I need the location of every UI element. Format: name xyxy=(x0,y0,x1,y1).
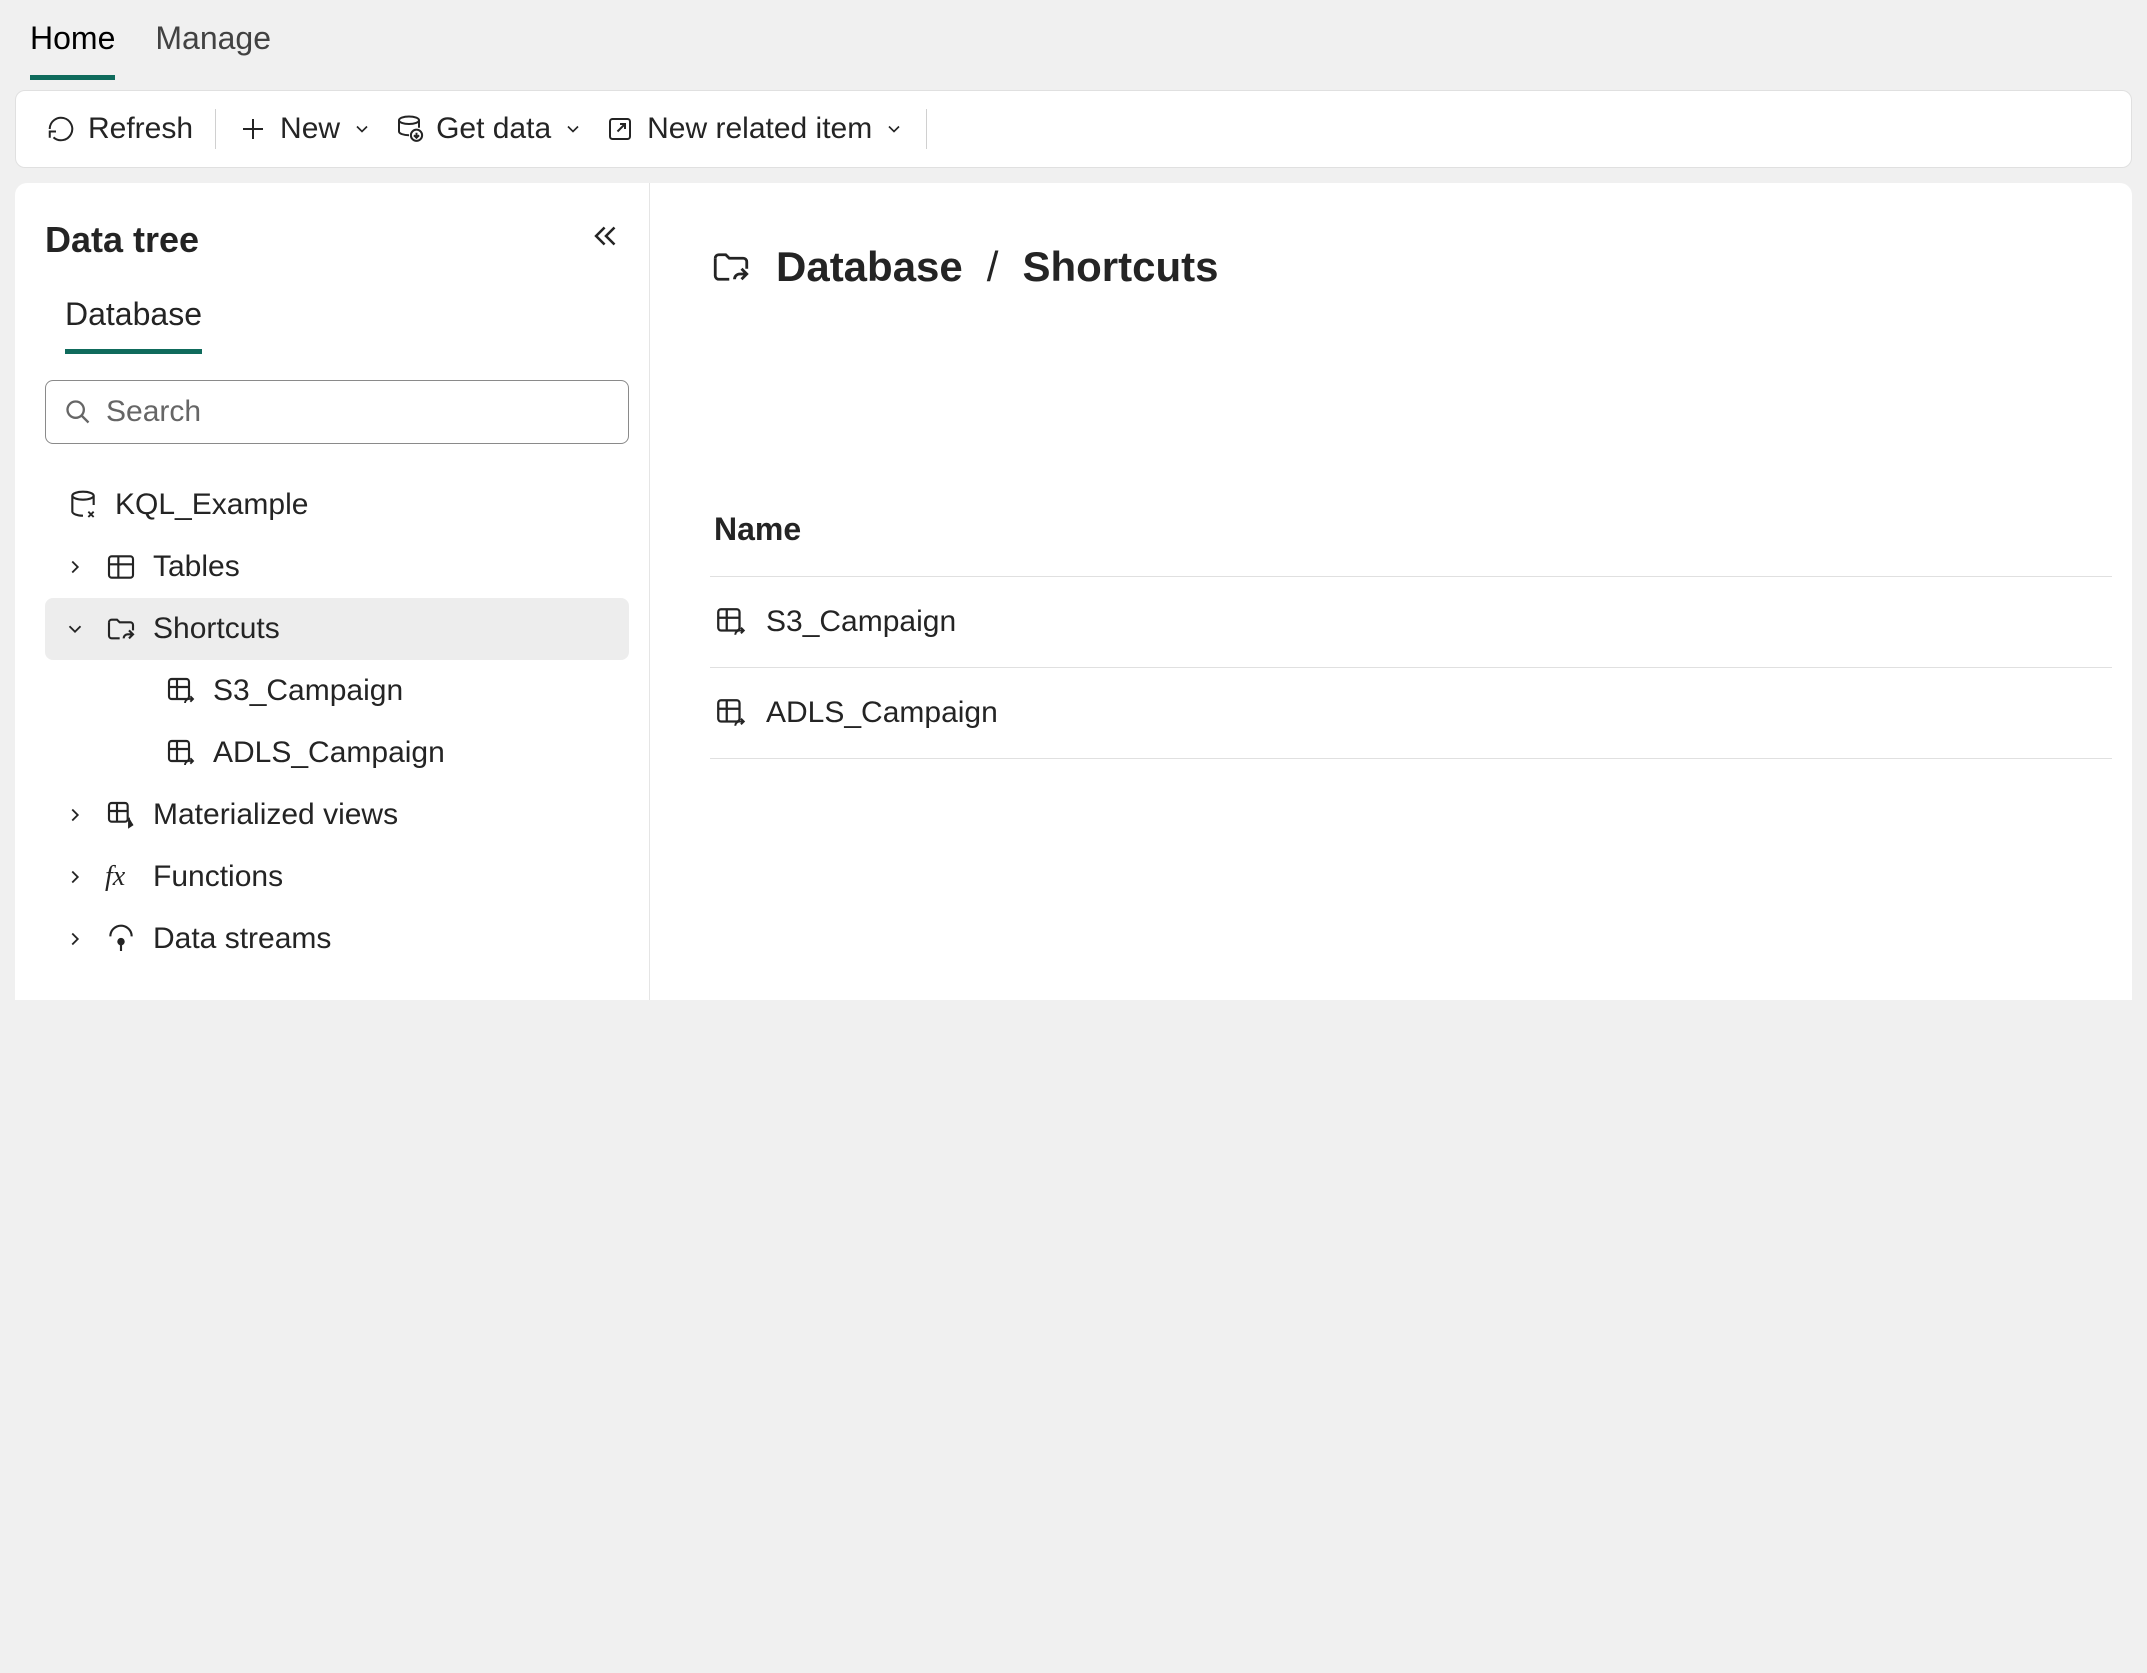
toolbar-separator xyxy=(926,109,927,149)
chevron-right-icon xyxy=(64,928,86,950)
tree-node-functions[interactable]: fx Functions xyxy=(45,846,629,908)
tree-node-label: Data streams xyxy=(153,922,331,956)
tree-node-data-streams[interactable]: Data streams xyxy=(45,908,629,970)
breadcrumb: Database / Shortcuts xyxy=(710,243,2112,291)
refresh-label: Refresh xyxy=(88,112,193,146)
search-icon xyxy=(64,398,92,426)
plus-icon xyxy=(238,114,268,144)
table-shortcut-icon xyxy=(714,605,748,639)
chevron-right-icon xyxy=(64,556,86,578)
open-external-icon xyxy=(605,114,635,144)
table-cell-name: ADLS_Campaign xyxy=(766,696,998,730)
folder-shortcut-icon xyxy=(105,613,137,645)
refresh-icon xyxy=(46,114,76,144)
tree-node-materialized-views[interactable]: Materialized views xyxy=(45,784,629,846)
tree-node-label: Tables xyxy=(153,550,240,584)
function-icon: fx xyxy=(105,861,137,893)
folder-shortcut-icon xyxy=(710,246,752,288)
table-shortcut-icon xyxy=(165,737,197,769)
new-related-label: New related item xyxy=(647,112,872,146)
chevron-down-icon xyxy=(64,618,86,640)
toolbar: Refresh New Get data New related item xyxy=(15,90,2132,168)
breadcrumb-shortcuts: Shortcuts xyxy=(1022,243,1218,291)
content-panel: Database / Shortcuts Name S3_Campaign AD… xyxy=(650,183,2132,1000)
sidebar-header: Data tree xyxy=(45,213,629,266)
chevron-down-icon xyxy=(352,119,372,139)
new-related-button[interactable]: New related item xyxy=(605,112,904,146)
tree-node-tables[interactable]: Tables xyxy=(45,536,629,598)
chevron-double-left-icon xyxy=(589,219,623,253)
table-icon xyxy=(105,551,137,583)
toolbar-separator xyxy=(215,109,216,149)
tree-shortcut-label: S3_Campaign xyxy=(213,674,403,708)
tab-home[interactable]: Home xyxy=(30,20,115,80)
refresh-button[interactable]: Refresh xyxy=(46,112,193,146)
tree-root-label: KQL_Example xyxy=(115,488,308,522)
tree-shortcut-label: ADLS_Campaign xyxy=(213,736,445,770)
database-icon xyxy=(67,489,99,521)
breadcrumb-separator: / xyxy=(987,243,999,291)
data-stream-icon xyxy=(105,923,137,955)
table-row[interactable]: S3_Campaign xyxy=(710,577,2112,668)
main-layout: Data tree Database KQL_Example xyxy=(15,183,2132,1000)
tree-node-label: Shortcuts xyxy=(153,612,280,646)
sidebar-title: Data tree xyxy=(45,219,199,261)
collapse-sidebar-button[interactable] xyxy=(583,213,629,266)
tree-shortcut-item[interactable]: ADLS_Campaign xyxy=(45,722,629,784)
table-header-name[interactable]: Name xyxy=(710,491,2112,577)
sidebar-tab-database[interactable]: Database xyxy=(65,296,202,354)
chevron-down-icon xyxy=(563,119,583,139)
search-box[interactable] xyxy=(45,380,629,444)
table-shortcut-icon xyxy=(714,696,748,730)
tree-node-label: Functions xyxy=(153,860,283,894)
top-tabs: Home Manage xyxy=(0,0,2147,80)
sidebar: Data tree Database KQL_Example xyxy=(15,183,650,1000)
database-download-icon xyxy=(394,114,424,144)
tree-shortcut-item[interactable]: S3_Campaign xyxy=(45,660,629,722)
get-data-label: Get data xyxy=(436,112,551,146)
table-cell-name: S3_Campaign xyxy=(766,605,956,639)
new-label: New xyxy=(280,112,340,146)
table-row[interactable]: ADLS_Campaign xyxy=(710,668,2112,759)
tree-root-database[interactable]: KQL_Example xyxy=(45,474,629,536)
search-input[interactable] xyxy=(106,395,610,429)
chevron-right-icon xyxy=(64,866,86,888)
breadcrumb-database[interactable]: Database xyxy=(776,243,963,291)
new-button[interactable]: New xyxy=(238,112,372,146)
chevron-right-icon xyxy=(64,804,86,826)
tree-node-label: Materialized views xyxy=(153,798,398,832)
chevron-down-icon xyxy=(884,119,904,139)
tab-manage[interactable]: Manage xyxy=(155,20,271,80)
table-shortcut-icon xyxy=(165,675,197,707)
tree-node-shortcuts[interactable]: Shortcuts xyxy=(45,598,629,660)
materialized-view-icon xyxy=(105,799,137,831)
get-data-button[interactable]: Get data xyxy=(394,112,583,146)
